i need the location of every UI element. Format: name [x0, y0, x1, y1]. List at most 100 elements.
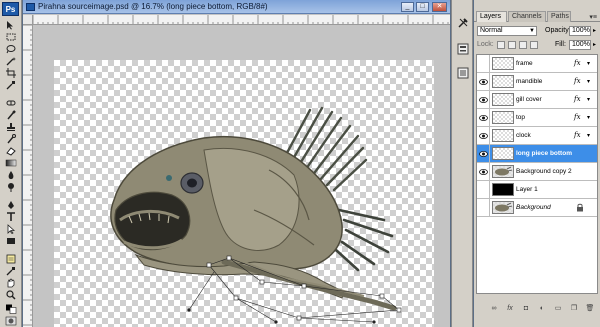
panel-menu-icon[interactable]: ▾≡: [589, 13, 597, 21]
layer-row[interactable]: clock fx ▾: [477, 127, 597, 145]
layer-visibility-toggle[interactable]: [477, 109, 490, 126]
layer-name[interactable]: Layer 1: [516, 186, 538, 193]
quick-mask-icon[interactable]: [3, 315, 18, 326]
eyedropper-tool-icon[interactable]: [3, 79, 18, 90]
fill-input[interactable]: 100%: [569, 40, 591, 50]
layer-visibility-toggle[interactable]: [477, 91, 490, 108]
notes-tool-icon[interactable]: [3, 253, 18, 264]
hand-tool-icon[interactable]: [3, 277, 18, 288]
effects-expand-icon[interactable]: ▾: [587, 60, 590, 67]
layer-thumbnail[interactable]: [492, 111, 514, 124]
clone-stamp-tool-icon[interactable]: [3, 121, 18, 132]
lock-all-icon[interactable]: [530, 41, 538, 49]
opacity-slider-arrow-icon[interactable]: ▸: [593, 27, 596, 34]
vertical-ruler[interactable]: [23, 25, 33, 327]
layer-effects-icon[interactable]: fx: [574, 113, 581, 121]
layer-style-icon[interactable]: fx: [504, 303, 516, 313]
crop-tool-icon[interactable]: [3, 67, 18, 78]
healing-brush-tool-icon[interactable]: [3, 97, 18, 108]
zoom-tool-icon[interactable]: [3, 289, 18, 300]
layer-thumbnail[interactable]: [492, 57, 514, 70]
layer-name[interactable]: mandible: [516, 78, 542, 85]
lock-transparent-pixels-icon[interactable]: [497, 41, 505, 49]
layer-visibility-toggle[interactable]: [477, 181, 490, 198]
layer-row[interactable]: long piece bottom: [477, 145, 597, 163]
opacity-input[interactable]: 100%: [569, 26, 591, 36]
lock-position-icon[interactable]: [519, 41, 527, 49]
layer-thumbnail[interactable]: [492, 93, 514, 106]
layer-row[interactable]: mandible fx ▾: [477, 73, 597, 91]
marquee-tool-icon[interactable]: [3, 31, 18, 42]
tab-paths[interactable]: Paths: [547, 11, 571, 22]
effects-expand-icon[interactable]: ▾: [587, 96, 590, 103]
tab-channels[interactable]: Channels: [508, 11, 546, 22]
layer-effects-icon[interactable]: fx: [574, 131, 581, 139]
navigator-panel-icon[interactable]: [456, 42, 470, 56]
maximize-button[interactable]: □: [416, 2, 429, 12]
shape-tool-icon[interactable]: [3, 235, 18, 246]
actions-panel-icon[interactable]: [456, 66, 470, 80]
color-swatches-icon[interactable]: [3, 303, 18, 314]
layer-mask-icon[interactable]: ◘: [520, 303, 532, 313]
layer-name[interactable]: long piece bottom: [516, 150, 572, 157]
layer-name[interactable]: clock: [516, 132, 531, 139]
eraser-tool-icon[interactable]: [3, 145, 18, 156]
horizontal-ruler[interactable]: [33, 15, 450, 25]
layer-visibility-toggle[interactable]: [477, 199, 490, 216]
layer-thumbnail[interactable]: [492, 147, 514, 160]
effects-expand-icon[interactable]: ▾: [587, 132, 590, 139]
delete-layer-icon[interactable]: 🗑: [584, 303, 596, 313]
lasso-tool-icon[interactable]: [3, 43, 18, 54]
eyedropper-sample-tool-icon[interactable]: [3, 265, 18, 276]
effects-expand-icon[interactable]: ▾: [587, 78, 590, 85]
dodge-tool-icon[interactable]: [3, 181, 18, 192]
blur-tool-icon[interactable]: [3, 169, 18, 180]
layer-thumbnail[interactable]: [492, 183, 514, 196]
ruler-origin[interactable]: [23, 15, 33, 25]
magic-wand-tool-icon[interactable]: [3, 55, 18, 66]
new-layer-icon[interactable]: ❐: [568, 303, 580, 313]
tab-layers[interactable]: Layers: [476, 11, 507, 22]
layer-name[interactable]: Background: [516, 204, 551, 211]
layer-thumbnail[interactable]: [492, 75, 514, 88]
path-selection-tool-icon[interactable]: [3, 223, 18, 234]
gradient-tool-icon[interactable]: [3, 157, 18, 168]
layer-visibility-toggle[interactable]: [477, 145, 490, 162]
lock-image-pixels-icon[interactable]: [508, 41, 516, 49]
layer-name[interactable]: gill cover: [516, 96, 542, 103]
layer-name[interactable]: top: [516, 114, 525, 121]
minimize-button[interactable]: _: [401, 2, 414, 12]
brush-tool-icon[interactable]: [3, 109, 18, 120]
close-button[interactable]: ✕: [432, 2, 447, 12]
tool-presets-icon[interactable]: [456, 16, 470, 30]
layer-effects-icon[interactable]: fx: [574, 95, 581, 103]
adjustment-layer-icon[interactable]: ◐: [536, 303, 548, 313]
layer-name[interactable]: frame: [516, 60, 533, 67]
layer-row[interactable]: top fx ▾: [477, 109, 597, 127]
layer-effects-icon[interactable]: fx: [574, 59, 581, 67]
layer-thumbnail[interactable]: [492, 165, 514, 178]
layer-thumbnail[interactable]: [492, 129, 514, 142]
layer-effects-icon[interactable]: fx: [574, 77, 581, 85]
document-canvas[interactable]: [54, 60, 434, 327]
layer-row[interactable]: Background copy 2: [477, 163, 597, 181]
layer-visibility-toggle[interactable]: [477, 163, 490, 180]
layer-row[interactable]: frame fx ▾: [477, 55, 597, 73]
history-brush-tool-icon[interactable]: [3, 133, 18, 144]
pen-tool-icon[interactable]: [3, 199, 18, 210]
layer-visibility-toggle[interactable]: [477, 127, 490, 144]
fill-slider-arrow-icon[interactable]: ▸: [593, 41, 596, 48]
layer-row[interactable]: Layer 1: [477, 181, 597, 199]
layer-visibility-toggle[interactable]: [477, 73, 490, 90]
link-layers-icon[interactable]: ∞: [488, 303, 500, 313]
canvas-area[interactable]: [34, 26, 450, 327]
layer-thumbnail[interactable]: [492, 201, 514, 214]
document-titlebar[interactable]: Pirahna sourceimage.psd @ 16.7% (long pi…: [23, 0, 450, 14]
effects-expand-icon[interactable]: ▾: [587, 114, 590, 121]
layer-row[interactable]: Background: [477, 199, 597, 217]
layer-visibility-toggle[interactable]: [477, 55, 490, 72]
type-tool-icon[interactable]: [3, 211, 18, 222]
blend-mode-select[interactable]: Normal ▼: [477, 26, 537, 36]
move-tool-icon[interactable]: [3, 19, 18, 30]
layer-row[interactable]: gill cover fx ▾: [477, 91, 597, 109]
